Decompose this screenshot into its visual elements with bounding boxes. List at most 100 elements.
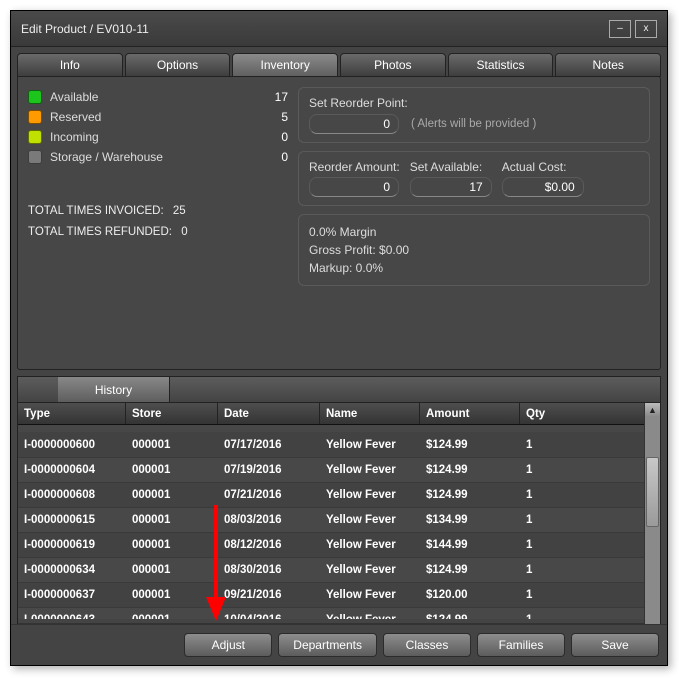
cell-amount: $124.99 — [420, 483, 520, 507]
vertical-scrollbar[interactable]: ▲ ▼ — [644, 403, 660, 639]
edit-product-window: Edit Product / EV010-11 – x Info Options… — [10, 10, 668, 666]
minimize-button[interactable]: – — [609, 20, 631, 38]
refunded-value: 0 — [181, 226, 187, 238]
scroll-track[interactable] — [645, 417, 660, 625]
cell-amount: $120.00 — [420, 583, 520, 607]
history-area: History Type Store Date Name Amount Qty … — [17, 376, 661, 640]
actual-cost-input[interactable] — [502, 177, 584, 197]
grid-header: Type Store Date Name Amount Qty — [18, 403, 660, 425]
footer: Adjust Departments Classes Families Save — [11, 624, 667, 665]
cell-name: Yellow Fever — [320, 458, 420, 482]
table-row[interactable]: I-000000064300000110/04/2016Yellow Fever… — [18, 608, 660, 619]
reorder-amount-label: Reorder Amount: — [309, 160, 400, 174]
cell-qty: 1 — [520, 558, 660, 582]
window-title: Edit Product / EV010-11 — [21, 22, 605, 36]
actual-cost-label: Actual Cost: — [502, 160, 584, 174]
cell-date: 08/30/2016 — [218, 558, 320, 582]
cell-store: 000001 — [126, 558, 218, 582]
reorder-point-label: Set Reorder Point: — [309, 96, 639, 110]
cell-qty: 1 — [520, 483, 660, 507]
cell-date: 07/21/2016 — [218, 483, 320, 507]
cell-amount: $124.99 — [420, 558, 520, 582]
table-row[interactable]: I-000000061900000108/12/2016Yellow Fever… — [18, 533, 660, 558]
cell-type: I-0000000643 — [18, 608, 126, 619]
cell-type: I-0000000637 — [18, 583, 126, 607]
scroll-thumb[interactable] — [646, 457, 659, 527]
status-available: Available 17 — [28, 87, 288, 107]
cell-amount: $124.99 — [420, 458, 520, 482]
col-store[interactable]: Store — [126, 403, 218, 424]
history-tabstrip: History — [17, 376, 661, 402]
status-reserved: Reserved 5 — [28, 107, 288, 127]
cell-store: 000001 — [126, 433, 218, 457]
cell-qty: 1 — [520, 533, 660, 557]
cell-date: 07/17/2016 — [218, 433, 320, 457]
tab-photos[interactable]: Photos — [340, 53, 446, 77]
col-amount[interactable]: Amount — [420, 403, 520, 424]
grid-body[interactable]: I-000000060000000107/17/2016Yellow Fever… — [18, 425, 660, 619]
table-row[interactable]: I-000000060000000107/17/2016Yellow Fever… — [18, 433, 660, 458]
tab-statistics[interactable]: Statistics — [448, 53, 554, 77]
alerts-note: ( Alerts will be provided ) — [411, 118, 536, 130]
swatch-reserved — [28, 110, 42, 124]
reorder-amount-input[interactable] — [309, 177, 399, 197]
status-incoming: Incoming 0 — [28, 127, 288, 147]
markup-text: Markup: 0.0% — [309, 259, 639, 277]
departments-button[interactable]: Departments — [278, 633, 377, 657]
tab-options[interactable]: Options — [125, 53, 231, 77]
table-row[interactable]: I-000000061500000108/03/2016Yellow Fever… — [18, 508, 660, 533]
tab-notes[interactable]: Notes — [555, 53, 661, 77]
cell-name: Yellow Fever — [320, 583, 420, 607]
cell-qty: 1 — [520, 508, 660, 532]
settings-block: Set Reorder Point: ( Alerts will be prov… — [298, 87, 650, 294]
cell-type: I-0000000604 — [18, 458, 126, 482]
status-storage: Storage / Warehouse 0 — [28, 147, 288, 167]
reorder-point-input[interactable] — [309, 114, 399, 134]
cell-date: 09/21/2016 — [218, 583, 320, 607]
main-tabstrip: Info Options Inventory Photos Statistics… — [17, 53, 661, 77]
cell-name: Yellow Fever — [320, 608, 420, 619]
col-date[interactable]: Date — [218, 403, 320, 424]
amounts-box: Reorder Amount: Set Available: Actual Co… — [298, 151, 650, 206]
inventory-panel: Available 17 Reserved 5 Incoming 0 — [17, 76, 661, 370]
cell-amount: $124.99 — [420, 433, 520, 457]
col-type[interactable]: Type — [18, 403, 126, 424]
reorder-point-box: Set Reorder Point: ( Alerts will be prov… — [298, 87, 650, 143]
col-name[interactable]: Name — [320, 403, 420, 424]
refunded-label: TOTAL TIMES REFUNDED: — [28, 226, 172, 238]
table-row[interactable]: I-000000063700000109/21/2016Yellow Fever… — [18, 583, 660, 608]
tab-inventory[interactable]: Inventory — [232, 53, 338, 77]
cell-name: Yellow Fever — [320, 483, 420, 507]
cell-qty: 1 — [520, 583, 660, 607]
cell-type: I-0000000600 — [18, 433, 126, 457]
table-row[interactable]: I-000000060400000107/19/2016Yellow Fever… — [18, 458, 660, 483]
cell-type: I-0000000619 — [18, 533, 126, 557]
set-available-input[interactable] — [410, 177, 492, 197]
cell-store: 000001 — [126, 583, 218, 607]
cell-type: I-0000000608 — [18, 483, 126, 507]
table-row[interactable] — [18, 425, 660, 433]
swatch-storage — [28, 150, 42, 164]
col-qty[interactable]: Qty — [520, 403, 660, 424]
cell-type: I-0000000615 — [18, 508, 126, 532]
save-button[interactable]: Save — [571, 633, 659, 657]
cell-store: 000001 — [126, 508, 218, 532]
cell-date: 07/19/2016 — [218, 458, 320, 482]
families-button[interactable]: Families — [477, 633, 565, 657]
swatch-available — [28, 90, 42, 104]
scroll-up-icon[interactable]: ▲ — [645, 403, 660, 417]
cell-name: Yellow Fever — [320, 558, 420, 582]
cell-qty: 1 — [520, 433, 660, 457]
cell-qty: 1 — [520, 608, 660, 619]
cell-amount: $124.99 — [420, 608, 520, 619]
classes-button[interactable]: Classes — [383, 633, 471, 657]
table-row[interactable]: I-000000063400000108/30/2016Yellow Fever… — [18, 558, 660, 583]
cell-name: Yellow Fever — [320, 533, 420, 557]
tab-info[interactable]: Info — [17, 53, 123, 77]
cell-amount: $134.99 — [420, 508, 520, 532]
history-tab[interactable]: History — [58, 377, 170, 402]
close-button[interactable]: x — [635, 20, 657, 38]
invoiced-value: 25 — [173, 205, 186, 217]
adjust-button[interactable]: Adjust — [184, 633, 272, 657]
table-row[interactable]: I-000000060800000107/21/2016Yellow Fever… — [18, 483, 660, 508]
